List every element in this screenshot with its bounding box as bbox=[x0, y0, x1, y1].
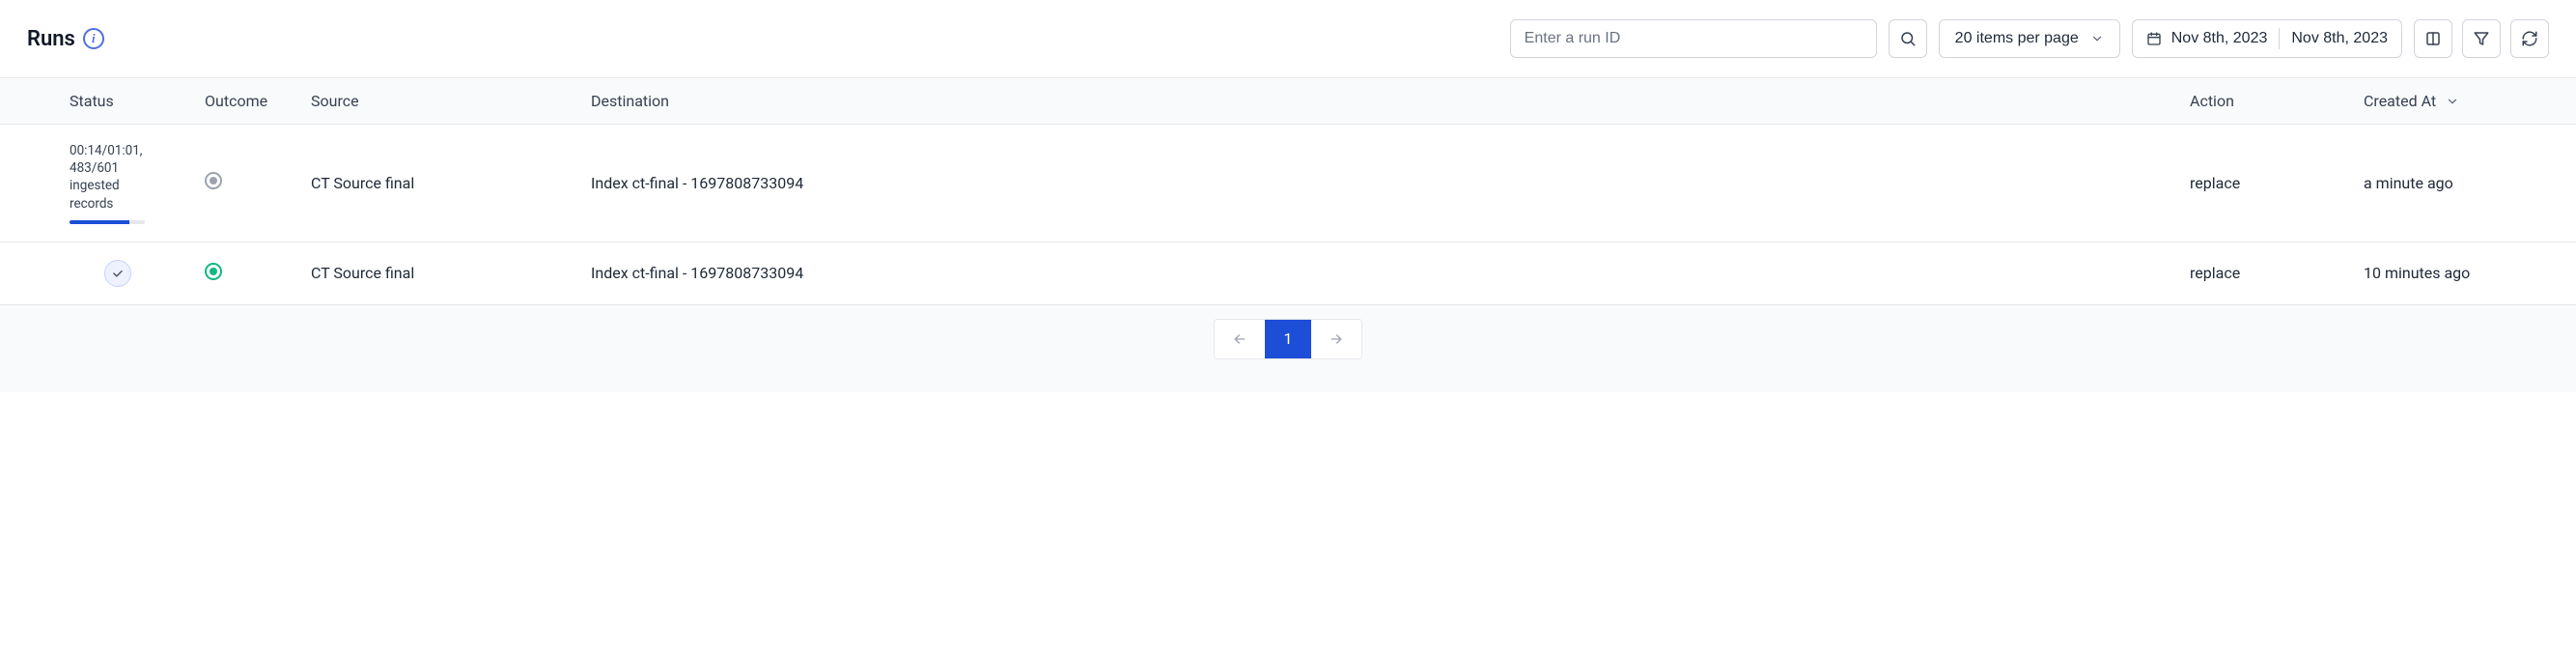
status-line: ingested bbox=[70, 177, 205, 194]
items-per-page-label: 20 items per page bbox=[1955, 30, 2079, 47]
source-cell: CT Source final bbox=[311, 264, 591, 282]
status-line: records bbox=[70, 195, 205, 213]
check-icon bbox=[111, 267, 125, 280]
outcome-success-icon bbox=[205, 263, 222, 280]
col-header-destination: Destination bbox=[591, 92, 2190, 110]
status-line: 483/601 bbox=[70, 159, 205, 177]
col-header-status: Status bbox=[70, 92, 205, 110]
info-icon[interactable]: i bbox=[83, 28, 104, 49]
refresh-button[interactable] bbox=[2510, 19, 2549, 58]
refresh-icon bbox=[2521, 30, 2538, 47]
arrow-left-icon bbox=[1232, 331, 1247, 347]
chevron-down-icon bbox=[2446, 95, 2459, 108]
outcome-running-icon bbox=[205, 172, 222, 189]
table-header-row: Status Outcome Source Destination Action… bbox=[0, 77, 2576, 125]
action-cell: replace bbox=[2190, 174, 2364, 192]
header-bar: Runs i 20 items per page Nov 8th, 2023 N… bbox=[0, 0, 2576, 77]
date-range-picker[interactable]: Nov 8th, 2023 Nov 8th, 2023 bbox=[2132, 19, 2402, 58]
progress-bar bbox=[70, 220, 145, 224]
created-cell: a minute ago bbox=[2364, 174, 2557, 192]
status-cell: 00:14/01:01, 483/601 ingested records bbox=[70, 142, 205, 224]
filter-button[interactable] bbox=[2462, 19, 2501, 58]
runs-table: Status Outcome Source Destination Action… bbox=[0, 77, 2576, 305]
status-done-badge bbox=[104, 260, 131, 287]
prev-page-button[interactable] bbox=[1215, 320, 1265, 358]
arrow-right-icon bbox=[1329, 331, 1344, 347]
progress-fill bbox=[70, 220, 129, 224]
items-per-page-select[interactable]: 20 items per page bbox=[1939, 19, 2120, 58]
page-title: Runs bbox=[27, 27, 75, 51]
outcome-cell bbox=[205, 263, 311, 284]
search-button[interactable] bbox=[1889, 19, 1927, 58]
col-header-action: Action bbox=[2190, 92, 2364, 110]
col-header-source: Source bbox=[311, 92, 591, 110]
calendar-icon bbox=[2146, 31, 2162, 46]
next-page-button[interactable] bbox=[1311, 320, 1361, 358]
date-separator bbox=[2279, 28, 2280, 49]
chevron-down-icon bbox=[2090, 32, 2104, 45]
date-from-label: Nov 8th, 2023 bbox=[2171, 30, 2268, 47]
source-cell: CT Source final bbox=[311, 174, 591, 192]
action-cell: replace bbox=[2190, 264, 2364, 282]
action-icons bbox=[2414, 19, 2549, 58]
status-line: 00:14/01:01, bbox=[70, 142, 205, 159]
created-cell: 10 minutes ago bbox=[2364, 264, 2557, 282]
pagination-bar: 1 bbox=[0, 305, 2576, 392]
columns-button[interactable] bbox=[2414, 19, 2452, 58]
table-row[interactable]: 00:14/01:01, 483/601 ingested records CT… bbox=[0, 125, 2576, 242]
col-header-created-at[interactable]: Created At bbox=[2364, 92, 2557, 110]
status-cell bbox=[70, 260, 205, 287]
table-row[interactable]: CT Source final Index ct-final - 1697808… bbox=[0, 242, 2576, 305]
pager: 1 bbox=[1214, 319, 1362, 359]
search-icon bbox=[1899, 30, 1917, 47]
date-to-label: Nov 8th, 2023 bbox=[2291, 30, 2388, 47]
col-header-created-label: Created At bbox=[2364, 92, 2436, 110]
destination-cell: Index ct-final - 1697808733094 bbox=[591, 174, 2190, 192]
destination-cell: Index ct-final - 1697808733094 bbox=[591, 264, 2190, 282]
page-number-current[interactable]: 1 bbox=[1265, 320, 1311, 358]
filter-icon bbox=[2473, 30, 2490, 47]
columns-icon bbox=[2424, 30, 2442, 47]
outcome-cell bbox=[205, 172, 311, 193]
search-input[interactable] bbox=[1510, 19, 1877, 58]
col-header-outcome: Outcome bbox=[205, 92, 311, 110]
title-group: Runs i bbox=[27, 27, 104, 51]
